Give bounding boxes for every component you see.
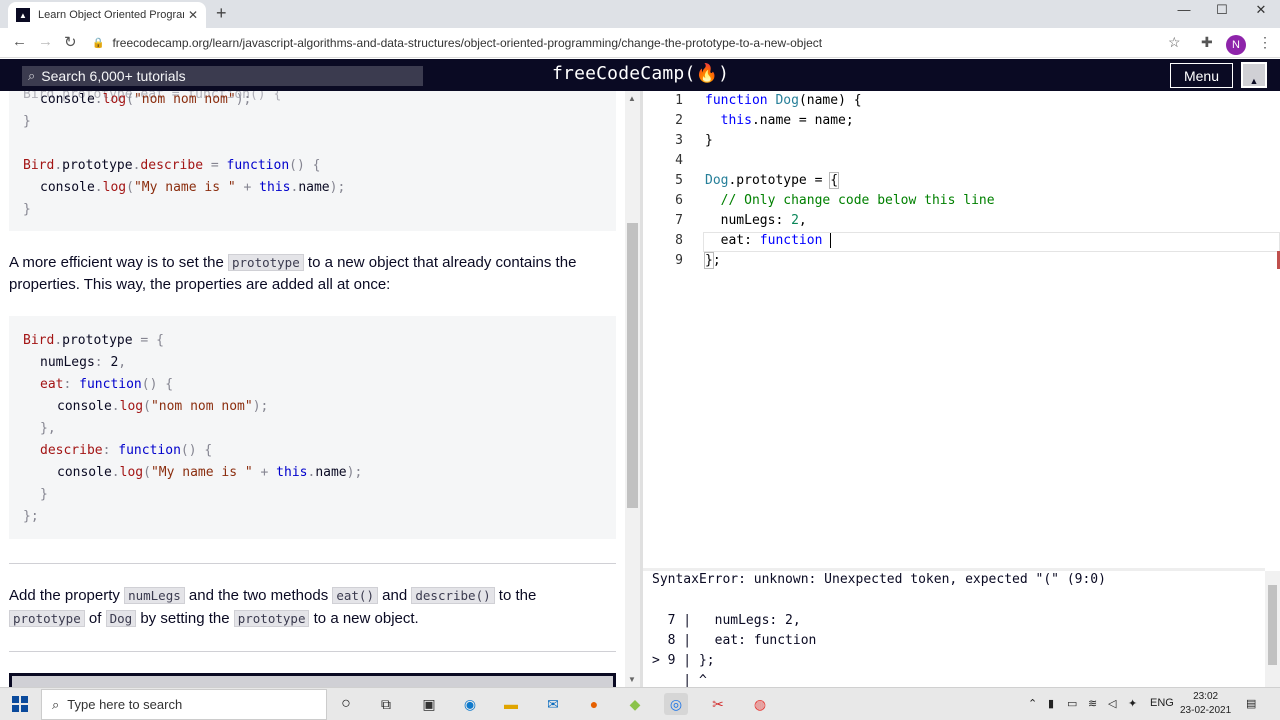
new-tab-icon[interactable]: + [216,3,227,24]
editor-line: 7 numLegs: 2, [675,213,807,228]
language-indicator[interactable]: ENG [1150,697,1174,709]
more-menu-icon[interactable]: ⋮ [1258,34,1272,51]
dropbox-icon[interactable]: ✦ [1128,697,1137,710]
editor-line: 1 function Dog(name) { [675,93,862,108]
scrollbar-thumb[interactable] [627,223,638,508]
fcc-logo[interactable]: freeCodeCamp(🔥) [552,63,729,84]
notes-app-icon[interactable]: ◆ [623,693,647,715]
forward-arrow-icon[interactable]: → [38,33,53,50]
text-caret [830,233,832,248]
taskbar-search-input[interactable]: ⌕ Type here to search [41,689,327,720]
clock-date: 23-02-2021 [1180,705,1232,716]
scrollbar-thumb[interactable] [1268,585,1277,665]
fcc-navbar: ⌕ Search 6,000+ tutorials freeCodeCamp(🔥… [0,59,1280,91]
console-scrollbar[interactable] [1265,571,1280,687]
menu-button[interactable]: Menu [1170,63,1233,88]
code-frame-line: | ^ [652,673,707,687]
search-input[interactable]: ⌕ Search 6,000+ tutorials [22,66,423,86]
editor-line: 3 } [675,133,713,148]
notifications-icon[interactable]: ▤ [1246,697,1256,710]
freecodecamp-favicon-icon: ▲ [16,8,30,22]
lesson-instructions: Add the property numLegs and the two met… [9,587,537,627]
editor-line: 4 [675,153,683,168]
file-explorer-icon[interactable]: ▬ [499,693,523,715]
firefox-icon[interactable]: ● [582,693,606,715]
back-arrow-icon[interactable]: ← [12,33,27,50]
minimize-icon[interactable]: — [1166,2,1202,17]
editor-line: 2 this.name = name; [675,113,854,128]
browser-tabstrip: ▲ Learn Object Oriented Programm ✕ + — ☐… [0,0,1280,28]
lock-icon: 🔒 [92,37,105,49]
edge-browser-icon[interactable]: ◉ [458,693,482,715]
code-editor[interactable]: 1 function Dog(name) { 2 this.name = nam… [643,91,1280,566]
editor-line: 5 Dog.prototype = { [675,172,840,189]
wifi-icon[interactable]: ≋ [1088,697,1097,710]
windows-taskbar: ⌕ Type here to search ○ ⧉ ▣ ◉ ✉ ▬ ● ◆ ◎ … [0,687,1280,720]
url-text: freecodecamp.org/learn/javascript-algori… [112,36,823,50]
lesson-paragraph-1: A more efficient way is to set the proto… [9,254,577,293]
mail-icon[interactable]: ✉ [541,693,565,715]
profile-avatar[interactable]: N [1226,35,1246,55]
scroll-down-icon[interactable]: ▼ [628,675,636,684]
lesson-panel: Bird.prototype.eat = function() { consol… [0,91,625,687]
tray-chevron-icon[interactable]: ⌃ [1028,697,1037,710]
error-message: SyntaxError: unknown: Unexpected token, … [652,572,1106,587]
user-avatar-icon[interactable]: ▲ [1241,62,1267,88]
tab-title: Learn Object Oriented Programm [38,9,184,21]
code-frame-line: 8 | eat: function [652,633,817,648]
extensions-puzzle-icon[interactable]: ✚ [1201,34,1213,51]
reload-icon[interactable]: ↻ [64,33,77,51]
maximize-icon[interactable]: ☐ [1204,2,1240,18]
taskbar-search-placeholder: Type here to search [67,697,183,712]
scroll-up-icon[interactable]: ▲ [628,94,636,103]
code-frame-line: 7 | numLegs: 2, [652,613,801,628]
search-placeholder: Search 6,000+ tutorials [41,68,186,84]
taskbar-clock[interactable]: 23:02 23-02-2021 [1180,690,1231,718]
battery-icon[interactable]: ▭ [1067,697,1077,710]
search-icon: ⌕ [52,696,60,712]
search-icon: ⌕ [28,68,36,83]
code-example-bottom: Bird.prototype = { numLegs: 2, eat: func… [9,316,616,539]
browser-toolbar: ← → ↻ 🔒 freecodecamp.org/learn/javascrip… [0,28,1280,58]
store-bag-icon[interactable]: ▣ [417,693,441,715]
tab-close-icon[interactable]: ✕ [188,8,198,22]
divider [9,563,616,564]
editor-line: 8 eat: function [643,231,1280,251]
microphone-icon: ▮ [1048,698,1055,710]
close-window-icon[interactable]: ✕ [1243,2,1279,18]
code-example-top: Bird.prototype.eat = function() { consol… [9,91,616,231]
snipping-tool-icon[interactable]: ✂ [706,693,730,715]
clock-time: 23:02 [1193,691,1219,702]
cortana-circle-icon[interactable]: ○ [334,693,358,715]
lesson-scrollbar[interactable]: ▲ ▼ [625,91,640,687]
editor-line: 6 // Only change code below this line [675,193,995,208]
volume-icon[interactable]: ◁ [1108,697,1116,710]
run-tests-button[interactable] [9,673,616,687]
bookmark-star-icon[interactable]: ☆ [1168,34,1181,51]
address-bar[interactable]: 🔒 freecodecamp.org/learn/javascript-algo… [92,31,1192,55]
editor-line: 9 }; [675,252,721,269]
windows-start-icon[interactable] [12,696,28,712]
chrome-icon[interactable]: ◎ [664,693,688,715]
screen-recorder-icon[interactable]: ◍ [748,693,772,715]
code-frame-line: > 9 | }; [652,653,715,668]
browser-tab[interactable]: ▲ Learn Object Oriented Programm ✕ [8,2,206,28]
output-console: SyntaxError: unknown: Unexpected token, … [643,568,1265,687]
divider [9,651,616,652]
task-view-icon[interactable]: ⧉ [374,693,398,715]
